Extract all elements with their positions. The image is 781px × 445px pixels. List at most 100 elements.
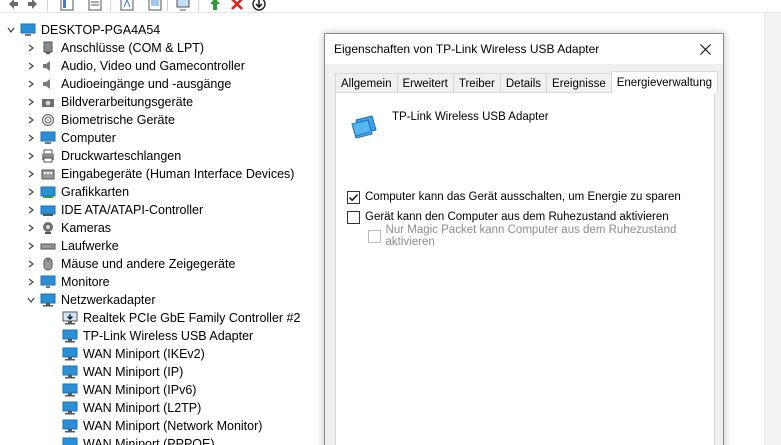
checkbox-magic-packet [368, 229, 381, 243]
network-adapter-icon [62, 346, 78, 362]
chevron-right-icon[interactable] [26, 273, 36, 291]
chevron-right-icon[interactable] [26, 183, 36, 201]
tree-device-label: WAN Miniport (Network Monitor) [83, 419, 263, 433]
scrollbar[interactable] [764, 13, 781, 445]
tree-device[interactable]: WAN Miniport (PPPOE) [62, 435, 215, 445]
tree-root-label: DESKTOP-PGA4A54 [41, 23, 161, 37]
computer-icon [20, 22, 36, 38]
tree-category[interactable]: Mäuse und andere Zeigegeräte [26, 255, 235, 273]
download-driver-icon[interactable] [250, 0, 268, 12]
tree-device[interactable]: Realtek PCIe GbE Family Controller #2 [62, 309, 300, 327]
tab-panel-energieverwaltung: TP-Link Wireless USB Adapter Computer ka… [335, 92, 715, 445]
tree-category[interactable]: Computer [26, 129, 116, 147]
network-adapter-icon [62, 382, 78, 398]
tree-device[interactable]: WAN Miniport (L2TP) [62, 399, 201, 417]
tree-category[interactable]: Monitore [26, 273, 110, 291]
checkbox-allow-turn-off[interactable] [347, 190, 360, 204]
monitor-icon[interactable] [146, 0, 164, 12]
chevron-right-icon[interactable] [26, 111, 36, 129]
chevron-right-icon[interactable] [26, 255, 36, 273]
driver-icon[interactable] [118, 0, 136, 12]
tab-allgemein[interactable]: Allgemein [335, 73, 398, 93]
properties-icon[interactable] [58, 0, 76, 12]
device-name: TP-Link Wireless USB Adapter [392, 111, 549, 123]
tab-erweitert[interactable]: Erweitert [396, 73, 454, 93]
tree-category[interactable]: Audio, Video und Gamecontroller [26, 57, 245, 75]
chevron-right-icon[interactable] [26, 129, 36, 147]
tree-category[interactable]: Bildverarbeitungsgeräte [26, 93, 193, 111]
tree-category-label: Laufwerke [61, 239, 119, 253]
toolbar [0, 0, 781, 13]
tree-category-label: Druckwarteschlangen [61, 149, 182, 163]
chevron-right-icon[interactable] [26, 93, 36, 111]
tree-category[interactable]: Netzwerkadapter [26, 291, 156, 309]
tree-category-label: Audioeingänge und -ausgänge [61, 77, 232, 91]
chevron-right-icon[interactable] [26, 147, 36, 165]
printer-icon [40, 148, 56, 164]
tree-category[interactable]: Kameras [26, 219, 111, 237]
help-icon[interactable] [86, 0, 104, 12]
tree-category-label: Mäuse und andere Zeigegeräte [61, 257, 236, 271]
fingerprint-icon [40, 112, 56, 128]
dialog-title-bar[interactable]: Eigenschaften von TP-Link Wireless USB A… [325, 34, 723, 64]
update-driver-icon[interactable] [206, 0, 224, 12]
chevron-right-icon[interactable] [26, 165, 36, 183]
forward-icon[interactable] [24, 0, 42, 12]
option-label: Nur Magic Packet kann Computer aus dem R… [385, 224, 677, 248]
chevron-right-icon[interactable] [26, 39, 36, 57]
tree-category[interactable]: Grafikkarten [26, 183, 129, 201]
chevron-right-icon[interactable] [26, 75, 36, 93]
chevron-right-icon[interactable] [26, 201, 36, 219]
option-allow-turn-off[interactable]: Computer kann das Gerät ausschalten, um … [347, 189, 681, 205]
tab-ereignisse[interactable]: Ereignisse [546, 73, 612, 93]
mouse-icon [40, 256, 56, 272]
option-label: Gerät kann den Computer aus dem Ruhezust… [365, 211, 669, 223]
tab-details[interactable]: Details [499, 73, 548, 93]
tree-device[interactable]: WAN Miniport (IPv6) [62, 381, 196, 399]
network-adapter-icon [350, 110, 382, 142]
tree-category[interactable]: IDE ATA/ATAPI-Controller [26, 201, 203, 219]
tree-category-label: Grafikkarten [61, 185, 130, 199]
chevron-down-icon[interactable] [6, 21, 16, 39]
tree-category[interactable]: Biometrische Geräte [26, 111, 175, 129]
ethernet-adapter-icon [62, 310, 78, 326]
webcam-icon [40, 220, 56, 236]
network-adapter-icon [62, 364, 78, 380]
network-icon [40, 292, 56, 308]
checkmark-icon [348, 193, 359, 201]
scan-icon[interactable] [174, 0, 192, 12]
display-adapter-icon [40, 184, 56, 200]
tree-device-label: TP-Link Wireless USB Adapter [83, 329, 254, 343]
tree-device-label: WAN Miniport (PPPOE) [83, 437, 215, 445]
close-icon [699, 43, 711, 55]
tree-device[interactable]: TP-Link Wireless USB Adapter [62, 327, 253, 345]
chevron-down-icon[interactable] [26, 291, 36, 309]
tree-device[interactable]: WAN Miniport (IP) [62, 363, 183, 381]
tab-treiber[interactable]: Treiber [452, 73, 501, 93]
tree-root[interactable]: DESKTOP-PGA4A54 [6, 21, 160, 39]
tab-energieverwaltung[interactable]: Energieverwaltung [610, 71, 718, 93]
option-allow-wake[interactable]: Gerät kann den Computer aus dem Ruhezust… [347, 209, 669, 225]
tree-device-label: WAN Miniport (IP) [83, 365, 184, 379]
tree-category-label: Netzwerkadapter [61, 293, 156, 307]
checkbox-allow-wake[interactable] [347, 210, 360, 224]
tree-category[interactable]: Druckwarteschlangen [26, 147, 181, 165]
tree-category-label: Computer [61, 131, 116, 145]
chevron-right-icon[interactable] [26, 57, 36, 75]
tree-category[interactable]: Laufwerke [26, 237, 119, 255]
tree-category[interactable]: Anschlüsse (COM & LPT) [26, 39, 204, 57]
tree-device[interactable]: WAN Miniport (IKEv2) [62, 345, 205, 363]
hid-icon [40, 166, 56, 182]
tree-category-label: Anschlüsse (COM & LPT) [61, 41, 205, 55]
back-icon[interactable] [4, 0, 22, 12]
chevron-right-icon[interactable] [26, 219, 36, 237]
dialog-title: Eigenschaften von TP-Link Wireless USB A… [334, 42, 600, 56]
uninstall-icon[interactable] [228, 0, 246, 12]
tree-device[interactable]: WAN Miniport (Network Monitor) [62, 417, 262, 435]
tree-category[interactable]: Eingabegeräte (Human Interface Devices) [26, 165, 294, 183]
chevron-right-icon[interactable] [26, 237, 36, 255]
computer-icon [40, 130, 56, 146]
close-button[interactable] [687, 34, 723, 64]
tree-category[interactable]: Audioeingänge und -ausgänge [26, 75, 231, 93]
option-magic-packet: Nur Magic Packet kann Computer aus dem R… [368, 224, 714, 248]
